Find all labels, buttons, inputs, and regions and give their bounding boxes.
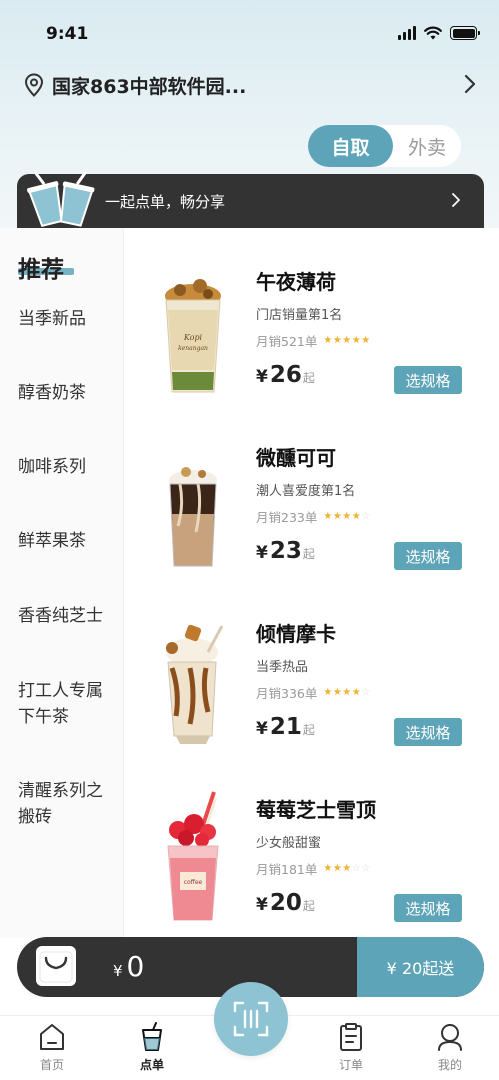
rating-stars: ★★★★☆ <box>323 687 371 698</box>
rating-stars: ★★★★☆ <box>323 511 371 522</box>
user-icon <box>438 1024 462 1051</box>
rating-stars: ★★★☆☆ <box>323 863 371 874</box>
cart-amount: 0 <box>126 950 145 983</box>
sales-count: 月销181单 <box>256 862 318 877</box>
tab-label: 我的 <box>437 1058 462 1072</box>
status-icons <box>398 26 480 40</box>
chevron-right-icon <box>464 74 476 94</box>
product-subtitle: 当季热品 <box>256 660 309 675</box>
scan-icon <box>233 1001 269 1037</box>
product-card[interactable]: Kopi kenangan 午夜薄荷 门店销量第1名 月销521单 ★★★★★ … <box>124 234 499 410</box>
price-suffix: 起 <box>302 899 315 913</box>
category-title[interactable]: 推荐 <box>18 250 64 284</box>
product-name: 莓莓芝士雪顶 <box>256 798 376 822</box>
cart-total: ¥ 0 <box>113 950 144 983</box>
svg-text:coffee: coffee <box>184 879 203 886</box>
product-price: ¥ 20 起 <box>256 890 315 916</box>
product-price: ¥ 26 起 <box>256 362 315 388</box>
status-bar: 9:41 <box>0 0 499 64</box>
currency-symbol: ¥ <box>256 719 268 739</box>
svg-text:Kopi: Kopi <box>183 333 203 342</box>
mode-toggle: 自取 外卖 <box>308 125 461 167</box>
select-spec-button[interactable]: 选规格 <box>394 718 462 746</box>
tab-label: 点单 <box>139 1058 164 1072</box>
sidebar-item-cheese[interactable]: 香香纯芝士 <box>18 603 118 629</box>
currency-symbol: ¥ <box>256 543 268 563</box>
battery-icon <box>450 26 480 40</box>
product-sales: 月销336单 ★★★★☆ <box>256 683 371 702</box>
tab-order-menu[interactable]: 点单 <box>122 1022 182 1078</box>
price-value: 23 <box>269 538 302 564</box>
order-list-icon <box>340 1023 362 1051</box>
product-card[interactable]: coffee 莓莓芝士雪顶 少女般甜蜜 月销181单 ★★★☆☆ ¥ 20 起 … <box>124 762 499 938</box>
product-subtitle: 潮人喜爱度第1名 <box>256 484 356 499</box>
home-icon <box>40 1024 64 1050</box>
mocha-cup-icon <box>166 624 224 744</box>
product-price: ¥ 23 起 <box>256 538 315 564</box>
sidebar-item-fruit-tea[interactable]: 鲜萃果茶 <box>18 528 118 554</box>
wifi-icon <box>424 26 442 40</box>
product-sales: 月销521单 ★★★★★ <box>256 331 371 350</box>
min-delivery-button[interactable]: ¥ 20起送 <box>357 937 484 997</box>
status-time: 9:41 <box>46 24 89 44</box>
price-value: 21 <box>269 714 302 740</box>
iced-coffee-cup-icon: Kopi kenangan <box>165 279 221 393</box>
cup-icon <box>142 1022 162 1051</box>
sidebar-item-milk-tea[interactable]: 醇香奶茶 <box>18 380 118 406</box>
price-value: 26 <box>269 362 302 388</box>
signal-icon <box>398 26 416 40</box>
mode-pickup[interactable]: 自取 <box>308 125 393 167</box>
location-pin-icon <box>24 73 44 97</box>
sales-count: 月销336单 <box>256 686 318 701</box>
product-name: 倾情摩卡 <box>256 622 336 646</box>
group-order-banner[interactable]: 一起点单，畅分享 <box>17 170 484 228</box>
sidebar-item-brick-series[interactable]: 清醒系列之搬砖 <box>18 778 118 830</box>
tab-profile[interactable]: 我的 <box>420 1022 480 1078</box>
svg-text:kenangan: kenangan <box>178 345 208 352</box>
price-suffix: 起 <box>302 723 315 737</box>
sales-count: 月销521单 <box>256 334 318 349</box>
product-sales: 月销181单 ★★★☆☆ <box>256 859 371 878</box>
product-name: 微醺可可 <box>256 446 336 470</box>
menu-content: 推荐 当季新品 醇香奶茶 咖啡系列 鲜萃果茶 香香纯芝士 打工人专属下午茶 清醒… <box>0 228 499 938</box>
chevron-right-icon <box>452 193 460 207</box>
sidebar-item-new[interactable]: 当季新品 <box>18 306 118 332</box>
mode-delivery[interactable]: 外卖 <box>393 125 461 167</box>
currency-symbol: ¥ <box>256 895 268 915</box>
select-spec-button[interactable]: 选规格 <box>394 894 462 922</box>
sales-count: 月销233单 <box>256 510 318 525</box>
product-name: 午夜薄荷 <box>256 270 336 294</box>
product-card[interactable]: 微醺可可 潮人喜爱度第1名 月销233单 ★★★★☆ ¥ 23 起 选规格 <box>124 410 499 586</box>
scan-button[interactable] <box>214 982 288 1056</box>
category-sidebar: 推荐 当季新品 醇香奶茶 咖啡系列 鲜萃果茶 香香纯芝士 打工人专属下午茶 清醒… <box>0 228 124 938</box>
sidebar-item-afternoon-tea[interactable]: 打工人专属下午茶 <box>18 678 118 730</box>
price-suffix: 起 <box>302 371 315 385</box>
currency-symbol: ¥ <box>256 367 268 387</box>
tab-orders[interactable]: 订单 <box>321 1022 381 1078</box>
location-selector[interactable]: 国家863中部软件园... <box>24 70 484 100</box>
product-subtitle: 少女般甜蜜 <box>256 836 322 851</box>
product-subtitle: 门店销量第1名 <box>256 308 343 323</box>
drink-cups-icon <box>27 170 95 228</box>
layered-cocoa-cup-icon <box>169 467 217 567</box>
product-card[interactable]: 倾情摩卡 当季热品 月销336单 ★★★★☆ ¥ 21 起 选规格 <box>124 586 499 762</box>
product-sales: 月销233单 ★★★★☆ <box>256 507 371 526</box>
rating-stars: ★★★★★ <box>323 335 371 346</box>
tab-label: 订单 <box>338 1058 363 1072</box>
currency-symbol: ¥ <box>113 962 123 980</box>
select-spec-button[interactable]: 选规格 <box>394 542 462 570</box>
price-value: 20 <box>269 890 302 916</box>
strawberry-cheese-cup-icon: coffee <box>167 791 219 921</box>
tab-home[interactable]: 首页 <box>22 1022 82 1078</box>
sidebar-item-coffee[interactable]: 咖啡系列 <box>18 454 118 480</box>
promo-text: 一起点单，畅分享 <box>105 193 226 211</box>
price-suffix: 起 <box>302 547 315 561</box>
tab-label: 首页 <box>39 1058 64 1072</box>
shopping-bag-icon[interactable] <box>36 946 76 986</box>
select-spec-button[interactable]: 选规格 <box>394 366 462 394</box>
location-text: 国家863中部软件园... <box>52 75 247 98</box>
product-price: ¥ 21 起 <box>256 714 315 740</box>
